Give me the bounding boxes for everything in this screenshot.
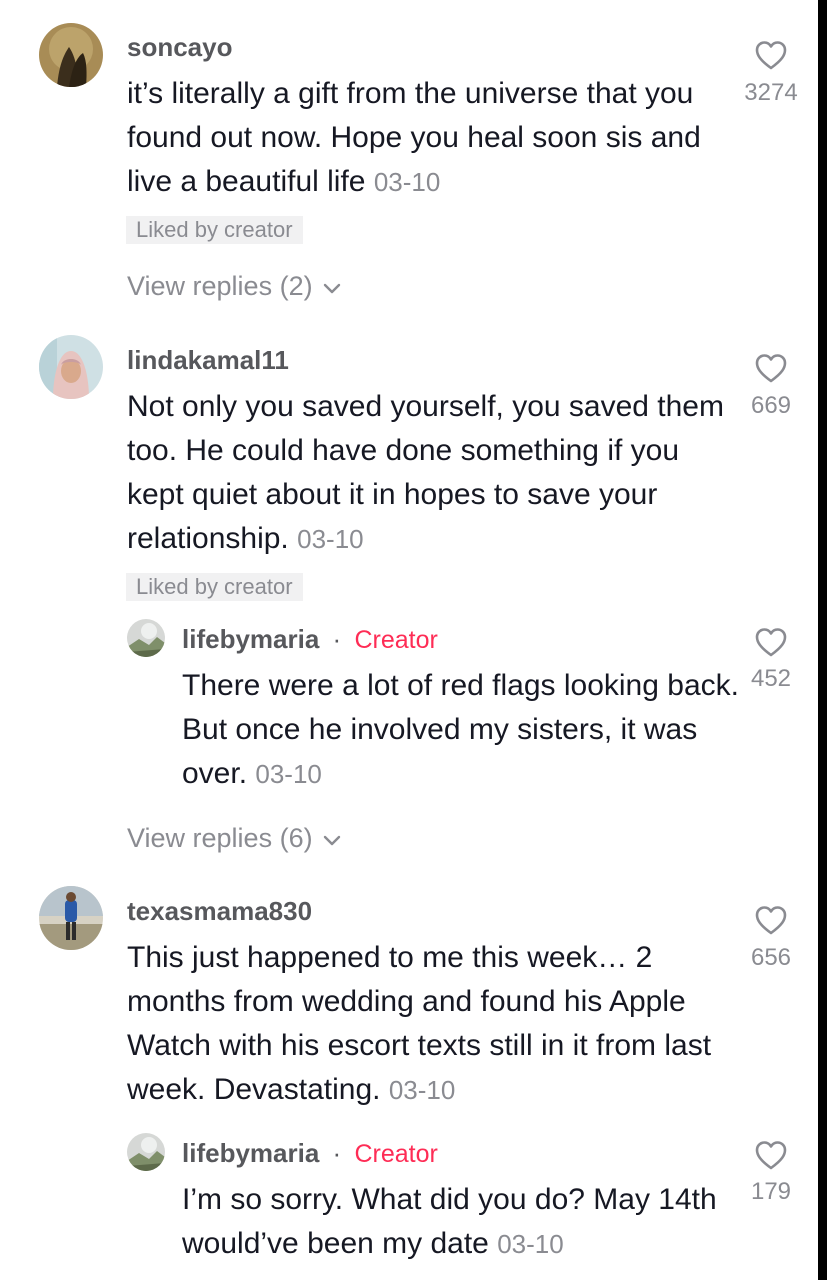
reply-item: lifebymaria · Creator There were a lot o… — [0, 616, 818, 816]
avatar[interactable] — [39, 335, 103, 399]
username[interactable]: lifebymaria — [182, 624, 319, 654]
comments-sheet: soncayo it’s literally a gift from the u… — [0, 0, 818, 1280]
reply-date: 03-10 — [497, 1229, 564, 1259]
like-count: 179 — [750, 1178, 792, 1205]
like-count: 656 — [750, 944, 792, 971]
heart-outline-icon[interactable] — [754, 904, 788, 936]
chevron-down-icon — [323, 835, 341, 846]
like-count: 669 — [750, 392, 792, 419]
avatar[interactable] — [39, 886, 103, 950]
comment-text: This just happened to me this week… 2 mo… — [127, 936, 737, 1112]
view-replies-button[interactable]: View replies (2) — [127, 269, 342, 303]
comment-date: 03-10 — [297, 524, 364, 554]
comment-text: Not only you saved yourself, you saved t… — [127, 385, 727, 561]
username[interactable]: lifebymaria — [182, 1138, 319, 1168]
heart-outline-icon[interactable] — [754, 626, 788, 658]
heart-outline-icon[interactable] — [754, 352, 788, 384]
liked-by-creator-badge: Liked by creator — [126, 573, 303, 601]
liked-by-creator-badge: Liked by creator — [126, 216, 303, 244]
chevron-down-icon — [323, 283, 341, 294]
comment-item: texasmama830 This just happened to me th… — [0, 875, 818, 1280]
reply-username-line: lifebymaria · Creator — [182, 624, 438, 655]
comment-date: 03-10 — [373, 167, 441, 197]
like-count: 3274 — [744, 79, 798, 106]
username[interactable]: soncayo — [127, 32, 233, 62]
comment-date: 03-10 — [388, 1075, 456, 1105]
heart-outline-icon[interactable] — [754, 39, 788, 71]
reply-text: I’m so sorry. What did you do? May 14th … — [182, 1178, 722, 1266]
separator-dot: · — [332, 624, 342, 654]
heart-outline-icon[interactable] — [754, 1139, 788, 1171]
avatar[interactable] — [39, 23, 103, 87]
view-replies-button[interactable]: View replies (6) — [127, 821, 342, 855]
like-count: 452 — [750, 665, 792, 692]
view-replies-label: View replies (2) — [127, 271, 313, 301]
creator-badge: Creator — [354, 626, 438, 654]
reply-body: I’m so sorry. What did you do? May 14th … — [182, 1183, 717, 1260]
reply-date: 03-10 — [255, 759, 322, 789]
view-replies-label: View replies (6) — [127, 823, 313, 853]
reply-text: There were a lot of red flags looking ba… — [182, 664, 742, 796]
comment-text: it’s literally a gift from the universe … — [127, 72, 717, 204]
comment-item: lindakamal11 Not only you saved yourself… — [0, 320, 818, 875]
creator-badge: Creator — [354, 1140, 438, 1168]
reply-item: lifebymaria · Creator I’m so sorry. What… — [0, 1130, 818, 1280]
comment-body: Not only you saved yourself, you saved t… — [127, 390, 724, 555]
reply-username-line: lifebymaria · Creator — [182, 1138, 438, 1169]
separator-dot: · — [332, 1138, 342, 1168]
avatar[interactable] — [127, 1133, 165, 1171]
username[interactable]: lindakamal11 — [127, 345, 289, 375]
comment-item: soncayo it’s literally a gift from the u… — [0, 0, 818, 320]
username[interactable]: texasmama830 — [127, 896, 312, 926]
avatar[interactable] — [127, 619, 165, 657]
